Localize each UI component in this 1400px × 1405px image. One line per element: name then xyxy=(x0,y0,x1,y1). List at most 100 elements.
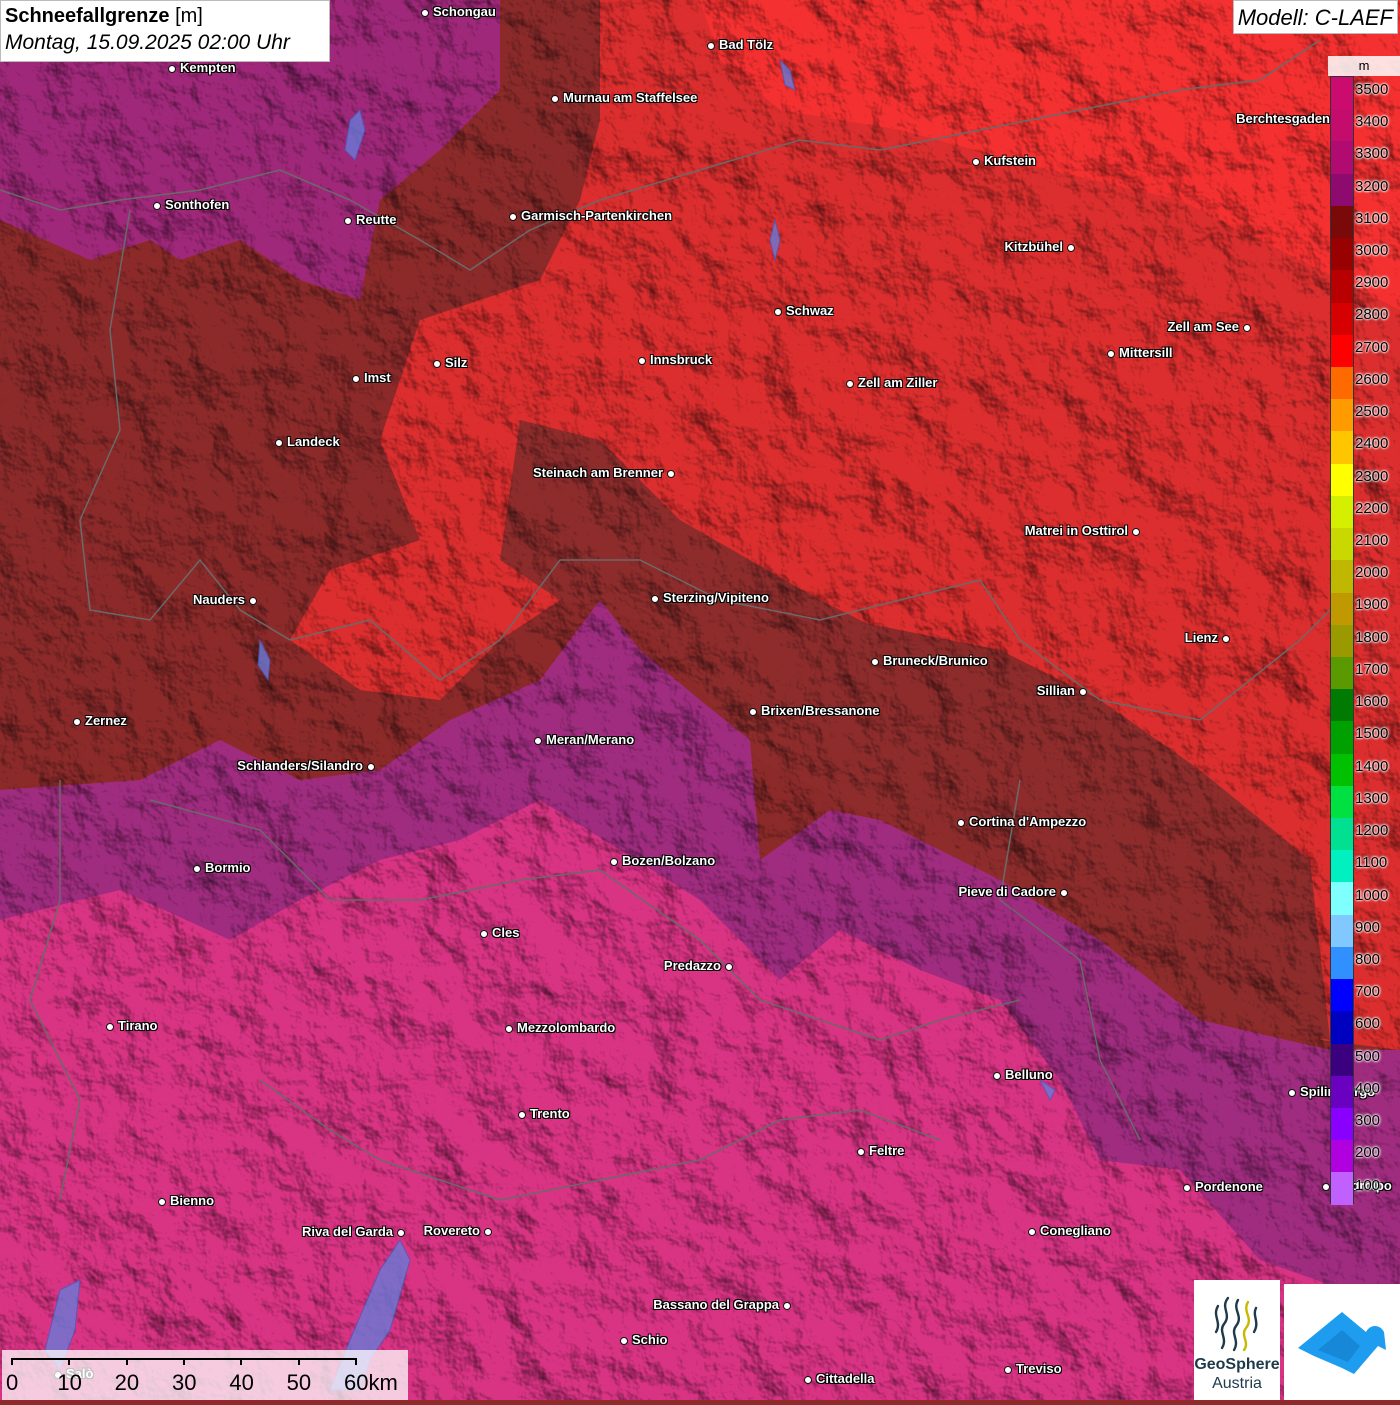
legend-swatch xyxy=(1331,495,1353,529)
city-dot-icon xyxy=(651,595,659,603)
legend-label: 700 xyxy=(1355,983,1381,1001)
legend-label: 1200 xyxy=(1355,822,1389,840)
city-dot-icon xyxy=(1004,1366,1012,1374)
legend-swatch xyxy=(1331,109,1353,142)
city-dot-icon xyxy=(1132,528,1140,536)
legend-swatch xyxy=(1331,1075,1353,1108)
city-dot-icon xyxy=(484,1228,492,1236)
legend-swatch xyxy=(1331,753,1353,786)
city-name: Zell am Ziller xyxy=(858,375,938,390)
city-dot-icon xyxy=(367,763,375,771)
legend-label: 2500 xyxy=(1355,403,1389,421)
geosphere-mark-icon xyxy=(1214,1296,1258,1352)
city-name: Pordenone xyxy=(1195,1179,1263,1194)
scale-tick xyxy=(11,1358,13,1365)
legend-swatch xyxy=(1331,399,1353,432)
city-dot-icon xyxy=(1067,244,1075,252)
scale-label: 10 xyxy=(57,1370,82,1395)
logo-text-geosphere: GeoSphere xyxy=(1194,1356,1280,1373)
city-dot-icon xyxy=(638,357,646,365)
legend-label: 500 xyxy=(1355,1047,1381,1065)
city-name: Cles xyxy=(492,925,520,940)
city-name: Bozen/Bolzano xyxy=(622,853,716,868)
scale-tick xyxy=(355,1358,357,1365)
city-name: Garmisch-Partenkirchen xyxy=(521,208,673,223)
legend-swatch xyxy=(1331,141,1353,174)
title-parameter: Schneefallgrenze xyxy=(5,5,170,27)
scale-label: 0 xyxy=(6,1370,19,1395)
city-dot-icon xyxy=(433,360,441,368)
legend-label: 400 xyxy=(1355,1079,1381,1097)
legend-label: 2300 xyxy=(1355,467,1389,485)
city-name: Imst xyxy=(364,370,391,385)
city-dot-icon xyxy=(344,217,352,225)
legend-swatch xyxy=(1331,850,1353,883)
city-name: Brixen/Bressanone xyxy=(761,703,880,718)
city-name: Bienno xyxy=(170,1193,215,1208)
city-name: Bad Tölz xyxy=(719,37,774,52)
scale-label: 50 xyxy=(286,1370,312,1395)
legend-label: 3000 xyxy=(1355,241,1389,259)
legend-label: 1600 xyxy=(1355,693,1389,711)
city-dot-icon xyxy=(352,375,360,383)
legend-label: 900 xyxy=(1355,918,1381,936)
scale-tick xyxy=(297,1358,300,1365)
city-name: Tirano xyxy=(118,1018,158,1033)
weather-app-logo[interactable] xyxy=(1284,1284,1400,1400)
city-dot-icon xyxy=(804,1376,812,1384)
legend-unit: m xyxy=(1328,56,1400,76)
city-dot-icon xyxy=(1288,1089,1296,1097)
legend-label: 2100 xyxy=(1355,532,1389,550)
geosphere-austria-logo[interactable]: GeoSphere Austria xyxy=(1194,1280,1280,1400)
scale-tick xyxy=(240,1358,243,1365)
city-dot-icon xyxy=(480,930,488,938)
city-name: Lienz xyxy=(1184,630,1218,645)
city-name: Rovereto xyxy=(423,1223,480,1238)
legend-swatch xyxy=(1331,592,1353,625)
legend-color-bar xyxy=(1330,76,1354,1205)
legend-swatch xyxy=(1331,689,1353,722)
legend-swatch xyxy=(1331,1108,1353,1141)
city-dot-icon xyxy=(421,9,429,17)
legend-swatch xyxy=(1331,463,1353,496)
city-name: Kitzbühel xyxy=(1004,239,1064,254)
legend-label: 1800 xyxy=(1355,628,1389,646)
city-dot-icon xyxy=(846,380,854,388)
city-name: Kempten xyxy=(180,60,236,75)
city-dot-icon xyxy=(505,1025,513,1033)
city-name: Trento xyxy=(530,1106,570,1121)
scale-tick xyxy=(183,1358,185,1365)
city-dot-icon xyxy=(957,819,965,827)
city-name: Treviso xyxy=(1016,1361,1062,1376)
legend-swatch xyxy=(1331,1043,1353,1076)
legend-label: 1400 xyxy=(1355,757,1389,775)
city-name: Schlanders/Silandro xyxy=(237,758,363,773)
legend-swatch xyxy=(1331,979,1353,1012)
scale-tick xyxy=(68,1358,71,1365)
legend-label: 1000 xyxy=(1355,886,1389,904)
logo-text-austria: Austria xyxy=(1212,1375,1262,1392)
map-title: Schneefallgrenze [m] xyxy=(5,3,325,29)
city-dot-icon xyxy=(667,470,675,478)
scale-label: 60km xyxy=(344,1370,398,1395)
city-dot-icon xyxy=(168,65,176,73)
city-name: Cittadella xyxy=(816,1371,875,1386)
scale-bar: 0 10 20 30 40 50 60km xyxy=(2,1350,408,1400)
legend-swatch xyxy=(1331,1011,1353,1044)
legend-label: 3200 xyxy=(1355,177,1389,195)
city-name: Berchtesgaden xyxy=(1236,111,1330,126)
city-dot-icon xyxy=(509,213,517,221)
city-name: Belluno xyxy=(1005,1067,1053,1082)
city-dot-icon xyxy=(1183,1184,1191,1192)
title-box: Schneefallgrenze [m] Montag, 15.09.2025 … xyxy=(0,0,330,62)
city-dot-icon xyxy=(774,308,782,316)
city-name: Sterzing/Vipiteno xyxy=(663,590,769,605)
city-name: Reutte xyxy=(356,212,397,227)
city-dot-icon xyxy=(534,737,542,745)
legend-swatch xyxy=(1331,270,1353,303)
legend-swatch xyxy=(1331,721,1353,754)
legend-swatch xyxy=(1331,656,1353,690)
city-name: Steinach am Brenner xyxy=(532,465,663,480)
city-dot-icon xyxy=(972,158,980,166)
legend-label: 200 xyxy=(1355,1144,1381,1162)
